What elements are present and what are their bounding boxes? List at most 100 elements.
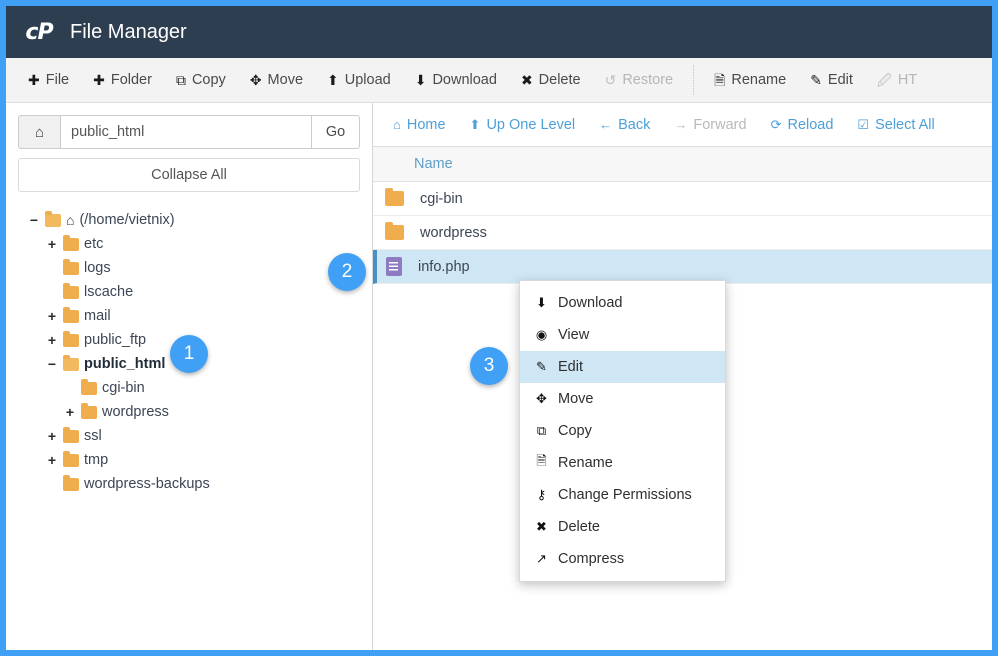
- context-menu-item-edit[interactable]: ✎ Edit: [520, 351, 725, 383]
- tree-node-label: public_html: [84, 356, 165, 372]
- step-badge-3: 3: [470, 347, 508, 385]
- expand-toggle-icon[interactable]: +: [46, 452, 58, 468]
- context-menu-item-move[interactable]: ✥Move: [520, 383, 725, 415]
- compress-icon: ↗: [534, 551, 549, 567]
- nav-button-label: Forward: [693, 117, 746, 133]
- toolbar-button-folder[interactable]: ✚ Folder: [81, 58, 164, 102]
- toolbar-button-label: Delete: [539, 72, 581, 88]
- table-row[interactable]: cgi-bin: [373, 182, 992, 216]
- folder-icon: [63, 334, 79, 347]
- context-menu-item-label: Download: [558, 295, 623, 311]
- expand-toggle-icon[interactable]: +: [46, 308, 58, 324]
- folder-icon: [63, 430, 79, 443]
- context-menu-item-delete[interactable]: ✖Delete: [520, 511, 725, 543]
- tree-node-mail[interactable]: +mail: [18, 304, 360, 328]
- directory-sidebar: ⌂ Go Collapse All −⌂(/home/vietnix) + etc l…: [6, 103, 373, 650]
- download-icon: ⬇: [415, 73, 427, 87]
- tree-node-label: ssl: [84, 428, 102, 444]
- nav-button-forward: →Forward: [662, 103, 758, 146]
- tree-node-label: (/home/vietnix): [79, 212, 174, 228]
- toolbar-button-download[interactable]: ⬇Download: [403, 58, 509, 102]
- expand-toggle-icon[interactable]: +: [46, 236, 58, 252]
- pencil-icon: ✎: [534, 359, 549, 375]
- table-row[interactable]: wordpress: [373, 216, 992, 250]
- tree-node-label: wordpress: [102, 404, 169, 420]
- toolbar-button-delete[interactable]: ✖Delete: [509, 58, 593, 102]
- main-toolbar: ✚File ✚ Folder ⧉Copy✥Move⬆Upload⬇Download✖D…: [6, 58, 992, 103]
- step-badge-2: 2: [328, 253, 366, 291]
- toolbar-button-edit[interactable]: ✎Edit: [798, 58, 865, 102]
- toolbar-separator: [693, 65, 694, 95]
- folder-icon: [81, 382, 97, 395]
- home-icon[interactable]: ⌂: [18, 115, 60, 149]
- folder-icon: [385, 225, 404, 240]
- folder-icon: [63, 286, 79, 299]
- app-header: cP File Manager: [6, 6, 992, 58]
- nav-button-select-all[interactable]: ☑Select All: [845, 103, 946, 146]
- context-menu-item-download[interactable]: ⬇ Download: [520, 287, 725, 319]
- tree-node-ssl[interactable]: + ssl: [18, 424, 360, 448]
- toolbar-button-copy[interactable]: ⧉Copy: [164, 58, 238, 102]
- folder-icon: [63, 238, 79, 251]
- cpanel-logo-icon: cP: [22, 17, 56, 47]
- context-menu-item-view[interactable]: ◉View: [520, 319, 725, 351]
- expand-toggle-icon[interactable]: +: [46, 428, 58, 444]
- nav-button-up-one-level[interactable]: ⬆Up One Level: [458, 103, 588, 146]
- expand-toggle-icon[interactable]: +: [46, 332, 58, 348]
- tree-node-label: wordpress-backups: [84, 476, 210, 492]
- context-menu-item-label: Edit: [558, 359, 583, 375]
- toolbar-button-label: Edit: [828, 72, 853, 88]
- collapse-all-button[interactable]: Collapse All: [18, 158, 360, 192]
- nav-button-reload[interactable]: ⟳ Reload: [759, 103, 846, 146]
- context-menu-item-copy[interactable]: ⧉Copy: [520, 415, 725, 447]
- tree-node-wordpress[interactable]: + wordpress: [18, 400, 360, 424]
- plus-icon: ✚: [93, 73, 105, 87]
- download-icon: ⬇: [534, 295, 549, 311]
- tree-node-wordpress-backups[interactable]: wordpress-backups: [18, 472, 360, 496]
- tree-node-tmp[interactable]: +tmp: [18, 448, 360, 472]
- folder-icon: [63, 478, 79, 491]
- context-menu-item-compress[interactable]: ↗ Compress: [520, 543, 725, 575]
- close-x-icon: ✖: [534, 519, 549, 535]
- toolbar-button-label: Restore: [622, 72, 673, 88]
- nav-button-home[interactable]: ⌂Home: [381, 103, 458, 146]
- context-menu-item-change-permissions[interactable]: ⚷Change Permissions: [520, 479, 725, 511]
- expand-toggle-icon[interactable]: +: [64, 404, 76, 420]
- tree-node-label: logs: [84, 260, 111, 276]
- context-menu-item-label: Compress: [558, 551, 624, 567]
- collapse-toggle-icon[interactable]: −: [28, 212, 40, 228]
- toolbar-button-file[interactable]: ✚File: [16, 58, 81, 102]
- tree-node-cgi-bin[interactable]: cgi-bin: [18, 376, 360, 400]
- tree-node-logs[interactable]: logs: [18, 256, 360, 280]
- tree-node-lscache[interactable]: lscache: [18, 280, 360, 304]
- nav-button-back[interactable]: ←Back: [587, 103, 662, 146]
- tree-node-label: etc: [84, 236, 103, 252]
- context-menu-item-rename[interactable]: 🗎Rename: [520, 447, 725, 479]
- column-header-name: Name: [373, 147, 992, 182]
- toolbar-button-label: HT: [898, 72, 917, 88]
- collapse-toggle-icon[interactable]: −: [46, 356, 58, 372]
- step-badge-1: 1: [170, 335, 208, 373]
- nav-button-label: Select All: [875, 117, 935, 133]
- tree-node-home-vietnix[interactable]: −⌂(/home/vietnix): [18, 208, 360, 232]
- refresh-icon: ⟳: [771, 118, 782, 131]
- toolbar-button-upload[interactable]: ⬆Upload: [315, 58, 403, 102]
- go-button[interactable]: Go: [312, 115, 360, 149]
- toolbar-button-label: Folder: [111, 72, 152, 88]
- toolbar-button-rename[interactable]: 🗎Rename: [702, 58, 798, 102]
- tree-node-label: cgi-bin: [102, 380, 145, 396]
- toolbar-button-move[interactable]: ✥Move: [238, 58, 315, 102]
- file-nav-toolbar: ⌂Home⬆Up One Level←Back→Forward ⟳ Reload ☑S…: [373, 103, 992, 147]
- toolbar-button-label: File: [46, 72, 69, 88]
- toolbar-button-label: Move: [268, 72, 303, 88]
- tree-node-etc[interactable]: + etc: [18, 232, 360, 256]
- key-icon: ⚷: [534, 487, 549, 503]
- nav-button-label: Up One Level: [486, 117, 575, 133]
- file-manager-window: cP File Manager ✚File✚Folder⧉Copy✥Move⬆U…: [0, 0, 998, 656]
- folder-icon: [385, 191, 404, 206]
- folder-icon: [63, 454, 79, 467]
- path-input[interactable]: [60, 115, 312, 149]
- toolbar-button-label: Upload: [345, 72, 391, 88]
- nav-button-label: Reload: [787, 117, 833, 133]
- table-row[interactable]: info.php: [373, 250, 992, 284]
